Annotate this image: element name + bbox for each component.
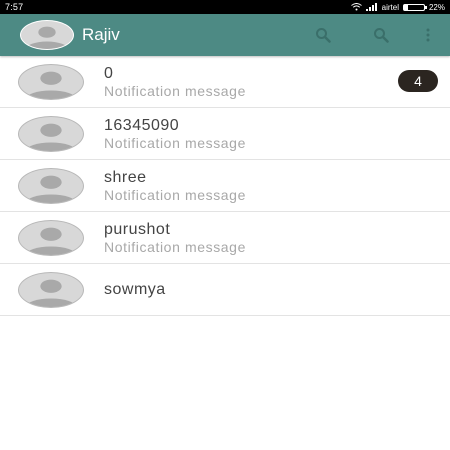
avatar [18,271,84,308]
list-item-text: purushot Notification message [104,220,246,256]
notification-message: Notification message [104,82,246,99]
notification-message: Notification message [104,186,246,203]
avatar [18,167,84,204]
contact-name: 16345090 [104,116,180,134]
avatar [18,115,84,152]
list-item-text: sowmya [104,280,166,299]
person-avatar-icon [25,26,69,49]
contact-name: sowmya [104,281,166,298]
app-bar: Rajiv [0,14,450,56]
profile-avatar[interactable] [20,20,74,50]
person-avatar-icon [25,71,77,99]
avatar [18,63,84,100]
status-bar: 7:57 airtel 22% [0,0,450,14]
avatar [18,219,84,256]
carrier-label: airtel [381,2,399,12]
notification-message: Notification message [104,238,246,255]
list-item-text: 16345090 Notification message [104,116,246,152]
search-button[interactable] [308,20,338,50]
list-item-text: shree Notification message [104,168,246,204]
list-item[interactable]: shree Notification message [0,160,450,212]
list-item[interactable]: 16345090 Notification message [0,108,450,160]
notification-message: Notification message [104,134,246,151]
list-item[interactable]: 0 Notification message 4 [0,56,450,108]
contact-name: purushot [104,220,171,238]
contact-name: shree [104,168,147,186]
status-icons: airtel 22% [350,2,445,12]
chat-list: 0 Notification message 4 16345090 Notifi… [0,56,450,316]
person-avatar-icon [25,227,77,255]
search-icon [374,28,389,43]
status-time: 7:57 [5,2,24,12]
person-avatar-icon [25,123,77,151]
list-item[interactable]: purushot Notification message [0,212,450,264]
contact-name: 0 [104,64,114,82]
list-item-text: 0 Notification message [104,64,246,100]
wifi-icon [350,3,362,11]
app-title: Rajiv [82,25,120,44]
battery-fill [403,4,409,10]
search-button-2[interactable] [366,20,396,50]
more-vert-icon [426,28,430,42]
battery-icon [402,3,427,11]
unread-count-badge: 4 [398,70,438,92]
app-bar-actions [280,20,450,50]
search-icon [316,28,331,43]
battery-percent: 22% [428,2,445,12]
list-item[interactable]: sowmya [0,264,450,316]
signal-icon [365,3,378,11]
person-avatar-icon [25,175,77,203]
overflow-menu-button[interactable] [420,20,436,50]
person-avatar-icon [25,279,77,307]
